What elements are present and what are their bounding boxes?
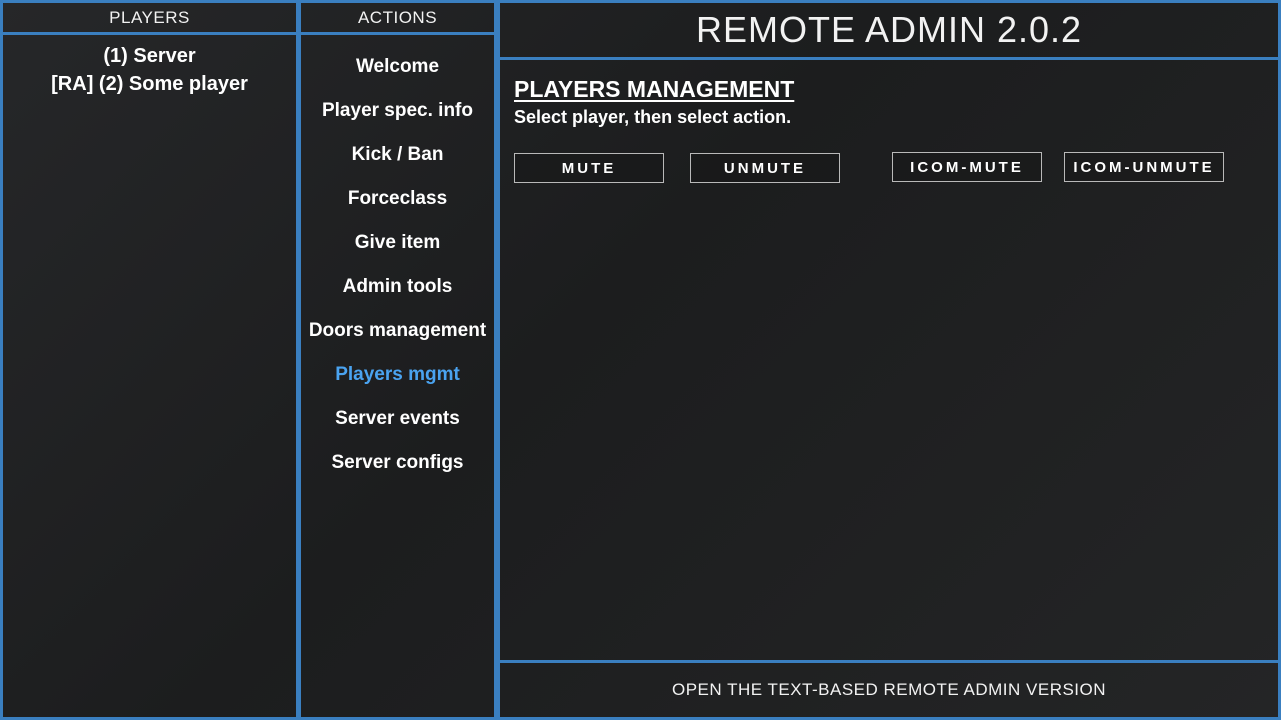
action-item-forceclass[interactable]: Forceclass (301, 180, 494, 224)
player-item-server[interactable]: (1) Server (3, 42, 296, 70)
player-item-some-player[interactable]: [RA] (2) Some player (3, 70, 296, 98)
player-list: (1) Server [RA] (2) Some player (3, 42, 296, 98)
main-panel (497, 57, 1281, 663)
players-header: PLAYERS (0, 0, 299, 35)
action-item-kick-ban[interactable]: Kick / Ban (301, 136, 494, 180)
page-subtitle: Select player, then select action. (514, 107, 792, 127)
icom-mute-button[interactable]: ICOM-MUTE (892, 152, 1042, 182)
open-text-based-ra-button[interactable]: OPEN THE TEXT-BASED REMOTE ADMIN VERSION (497, 660, 1281, 720)
action-list: Welcome Player spec. info Kick / Ban For… (301, 48, 494, 488)
action-item-server-configs[interactable]: Server configs (301, 444, 494, 488)
icom-unmute-button[interactable]: ICOM-UNMUTE (1064, 152, 1224, 182)
action-item-give-item[interactable]: Give item (301, 224, 494, 268)
action-item-admin-tools[interactable]: Admin tools (301, 268, 494, 312)
page-title: PLAYERS MANAGEMENT (514, 76, 795, 102)
action-item-players-mgmt[interactable]: Players mgmt (301, 356, 494, 400)
action-item-server-events[interactable]: Server events (301, 400, 494, 444)
remote-admin-window: PLAYERS (1) Server [RA] (2) Some player … (0, 0, 1281, 720)
app-title: REMOTE ADMIN 2.0.2 (497, 0, 1281, 60)
unmute-button[interactable]: UNMUTE (690, 153, 840, 183)
action-item-welcome[interactable]: Welcome (301, 48, 494, 92)
players-panel (0, 32, 299, 720)
main-content: PLAYERS MANAGEMENT Select player, then s… (514, 74, 794, 130)
mute-button[interactable]: MUTE (514, 153, 664, 183)
actions-header: ACTIONS (298, 0, 497, 35)
action-item-player-spec-info[interactable]: Player spec. info (301, 92, 494, 136)
action-item-doors-management[interactable]: Doors management (301, 312, 494, 356)
